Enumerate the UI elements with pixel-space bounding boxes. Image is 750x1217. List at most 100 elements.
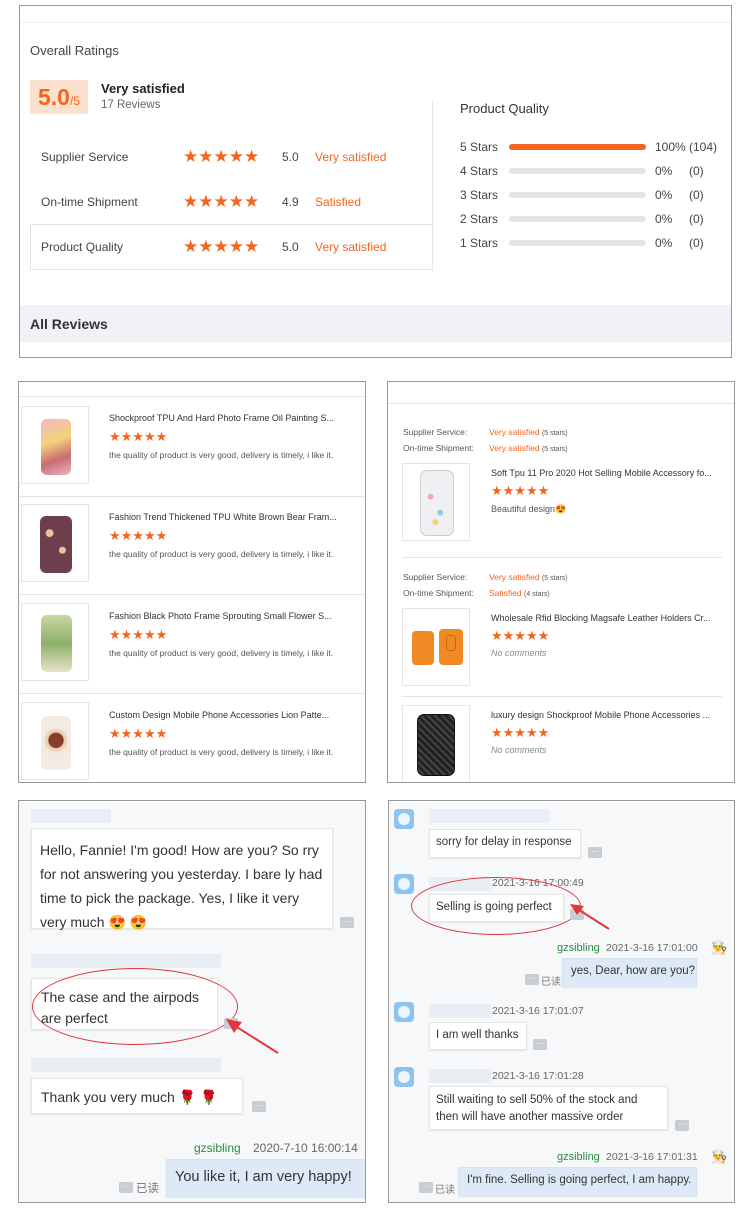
reply-text: I'm fine. Selling is going perfect, I am… [467,1174,692,1186]
blurred-sender [31,1058,221,1072]
supplier-service-value: Very satisfied (5 stars) [489,572,568,582]
more-icon[interactable]: ... [675,1119,689,1131]
product-title[interactable]: Shockproof TPU And Hard Photo Frame Oil … [109,413,349,423]
supplier-service-line: Supplier Service: [403,427,467,437]
product-title[interactable]: Soft Tpu 11 Pro 2020 Hot Selling Mobile … [491,468,727,478]
divider [19,594,365,595]
more-icon[interactable]: ... [533,1038,547,1050]
message-bubble: I am well thanks [429,1022,527,1050]
histogram-row: 5 Stars 100% (104) [460,139,730,155]
histogram-percent: 0% [655,188,673,202]
histogram-count: (0) [689,212,704,226]
row-verdict: Very satisfied [315,150,387,164]
all-reviews-bar [20,305,731,342]
review-text: the quality of product is very good, del… [109,648,334,658]
product-stars: ★★★★★ [109,726,168,741]
message-bubble: sorry for delay in response [429,829,581,858]
shipment-line: On-time Shipment: [403,443,474,453]
histogram-bar-track [509,192,646,198]
supplier-service-label: Supplier Service: [403,427,468,437]
read-status: 已读 [136,1183,159,1195]
product-stars: ★★★★★ [491,483,550,498]
shipment-label: On-time Shipment: [403,443,474,453]
supplier-service-line: Supplier Service: [403,572,467,582]
histogram-bar-track [509,168,646,174]
divider [388,403,734,404]
product-title[interactable]: Fashion Black Photo Frame Sprouting Smal… [109,611,349,621]
arrow-icon [226,1019,279,1054]
verdict-text: Very satisfied [489,443,540,453]
product-thumbnail[interactable] [402,705,470,782]
blurred-sender [429,1069,491,1083]
product-stars: ★★★★★ [109,627,168,642]
more-icon[interactable]: ... [525,973,539,985]
histogram-title: Product Quality [460,101,549,116]
histogram-row: 4 Stars 0% (0) [460,163,730,179]
histogram-row: 1 Stars 0% (0) [460,235,730,251]
divider [19,496,365,497]
review-text: the quality of product is very good, del… [109,450,334,460]
product-thumbnail[interactable] [21,702,89,780]
more-icon[interactable]: ... [588,846,602,858]
product-thumbnail[interactable] [21,504,89,582]
row-label: On-time Shipment [41,195,138,209]
histogram-label: 2 Stars [460,212,499,226]
reply-sender: gzsibling [557,1151,600,1163]
divider [19,396,365,397]
histogram-percent: 100% [655,140,686,154]
reply-bubble: You like it, I am very happy! [166,1159,365,1197]
histogram-count: (0) [689,188,704,202]
product-thumbnail[interactable] [21,406,89,484]
message-text: Still waiting to sell 50% of the stock a… [436,1094,638,1123]
product-thumbnail[interactable] [402,463,470,541]
blurred-sender [429,1004,491,1018]
row-label: Supplier Service [41,150,129,164]
histogram-bar-track [509,240,646,246]
divider [20,22,731,23]
more-icon[interactable]: ... [419,1181,433,1193]
blurred-sender [429,809,549,823]
product-thumbnail[interactable] [402,608,470,686]
product-title[interactable]: Wholesale Rfid Blocking Magsafe Leather … [491,613,727,623]
message-text: Thank you very much 🌹 🌹 [41,1089,218,1105]
review-text: the quality of product is very good, del… [109,549,334,559]
product-title[interactable]: luxury design Shockproof Mobile Phone Ac… [491,710,727,720]
all-reviews-title[interactable]: All Reviews [30,316,108,332]
product-title[interactable]: Fashion Trend Thickened TPU White Brown … [109,512,349,522]
read-status: 已读 [435,1185,455,1196]
agent-avatar-icon: 👨‍🍳 [711,940,728,955]
histogram-label: 1 Stars [460,236,499,250]
blurred-sender [31,809,111,823]
review-text: the quality of product is very good, del… [109,747,334,757]
histogram-row: 2 Stars 0% (0) [460,211,730,227]
score-verdict: Very satisfied [101,81,185,96]
more-icon[interactable]: ... [340,916,354,928]
more-icon[interactable]: ... [119,1181,133,1193]
highlight-ellipse [32,968,238,1045]
verdict-text: Very satisfied [489,427,540,437]
shipment-line: On-time Shipment: [403,588,474,598]
product-stars: ★★★★★ [491,628,550,643]
score-suffix: /5 [69,94,80,108]
histogram-bar-track [509,144,646,150]
stars-count: (5 stars) [541,430,568,437]
reply-sender: gzsibling [194,1141,241,1155]
histogram-percent: 0% [655,236,673,250]
shipment-value: Very satisfied (5 stars) [489,443,568,453]
message-timestamp: 2021-3-16 17:01:28 [492,1070,584,1082]
star-rating: ★★★★★ [183,237,260,256]
chat-panel-right: sorry for delay in response ... 2021-3-1… [388,800,735,1203]
product-thumbnail[interactable] [21,603,89,681]
read-status: 已读 [541,977,561,988]
histogram-bar-fill [509,144,646,150]
verdict-text: Very satisfied [489,572,540,582]
row-value: 4.9 [282,195,299,209]
histogram-label: 3 Stars [460,188,499,202]
message-bubble: Thank you very much 🌹 🌹 [31,1078,243,1114]
histogram-count: (104) [689,140,718,154]
histogram-percent: 0% [655,164,673,178]
histogram-label: 4 Stars [460,164,499,178]
more-icon[interactable]: ... [252,1100,266,1112]
row-verdict: Very satisfied [315,240,387,254]
product-title[interactable]: Custom Design Mobile Phone Accessories L… [109,710,349,720]
